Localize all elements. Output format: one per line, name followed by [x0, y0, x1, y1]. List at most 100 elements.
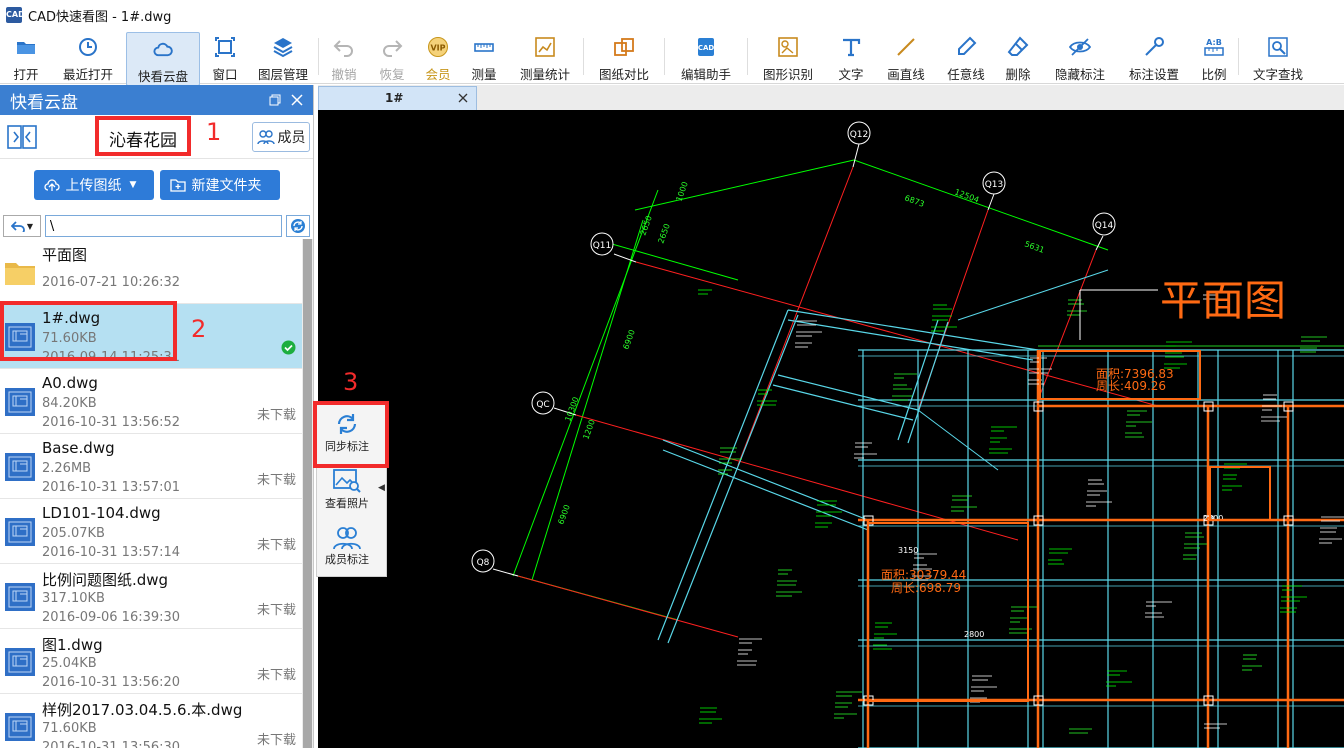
compare-button[interactable]: 图纸对比 — [584, 30, 664, 84]
file-date: 2016-10-31 13:56:52 — [42, 415, 181, 430]
file-date: 2016-10-31 13:56:20 — [42, 675, 181, 690]
upload-icon — [43, 179, 60, 191]
scrollbar-thumb[interactable] — [303, 239, 312, 748]
file-row[interactable]: 图1.dwg 25.04KB 2016-10-31 13:56:20 未下载 — [0, 629, 302, 694]
file-size: 317.10KB — [42, 591, 105, 606]
file-row[interactable]: Base.dwg 2.26MB 2016-10-31 13:57:01 未下载 — [0, 434, 302, 499]
dwg-file-icon — [5, 648, 35, 676]
download-status: 未下载 — [256, 668, 296, 683]
file-date: 2016-09-06 16:39:30 — [42, 610, 181, 625]
download-status: 未下载 — [256, 733, 296, 748]
dim-text: 2800 — [964, 630, 984, 639]
dwg-file-icon — [5, 518, 35, 546]
perimeter-text: 周长:409.26 — [1096, 379, 1166, 393]
folder-row[interactable]: 平面图 2016-07-21 10:26:32 — [0, 239, 302, 304]
cloud-icon — [153, 42, 173, 57]
text-tool-button[interactable]: 文字 — [828, 30, 874, 84]
cad-line — [737, 166, 854, 466]
annotation-settings-button[interactable]: 标注设置 — [1118, 30, 1190, 84]
dim-text: 2800 — [1203, 514, 1223, 523]
window-icon — [215, 37, 235, 57]
eye-hide-icon — [1069, 38, 1091, 56]
file-row[interactable]: A0.dwg 84.20KB 2016-10-31 13:56:52 未下载 — [0, 369, 302, 434]
cloud-disk-button[interactable]: 快看云盘 — [126, 32, 200, 86]
measure-stats-button[interactable]: 测量统计 — [507, 30, 583, 84]
back-button[interactable]: ▼ — [3, 215, 41, 237]
dim-text: 6900 — [556, 503, 571, 525]
new-folder-icon — [169, 179, 186, 192]
ruler-icon — [474, 43, 494, 52]
shape-recognize-icon — [778, 37, 798, 57]
file-name: 平面图 — [42, 246, 88, 264]
file-list-scrollbar[interactable] — [302, 239, 313, 748]
hide-annotation-button[interactable]: 隐藏标注 — [1042, 30, 1118, 84]
dim-text: 3150 — [898, 546, 918, 555]
annotation-box-1 — [95, 116, 191, 156]
chevron-down-icon: ▼ — [26, 221, 34, 231]
file-row[interactable]: 样例2017.03.04.5.6.本.dwg 71.60KB 2016-10-31 … — [0, 694, 302, 748]
edit-assistant-button[interactable]: CAD 编辑助手 — [665, 30, 747, 84]
back-arrow-icon — [10, 221, 25, 232]
axis-label: QC — [536, 400, 549, 410]
area-box[interactable] — [1209, 466, 1271, 521]
text-search-button[interactable]: 文字查找 — [1239, 30, 1317, 84]
new-folder-button[interactable]: 新建文件夹 — [159, 170, 280, 200]
delete-button[interactable]: 删除 — [994, 30, 1042, 84]
file-row[interactable]: 比例问题图纸.dwg 317.10KB 2016-09-06 16:39:30 未下载 — [0, 564, 302, 629]
measure-button[interactable]: 测量 — [461, 30, 507, 84]
cad-drawing-canvas[interactable]: Q12 Q13 Q14 Q11 QC Q8 6873 12504 5631 10… — [318, 110, 1344, 748]
file-size: 25.04KB — [42, 656, 97, 671]
annotation-box-2 — [0, 301, 177, 361]
recent-clock-icon — [79, 38, 97, 56]
refresh-button[interactable] — [286, 215, 310, 237]
layer-manager-button[interactable]: 图层管理 — [248, 30, 318, 84]
area-box[interactable] — [867, 522, 1029, 702]
scale-button[interactable]: A:B 比例 — [1190, 30, 1238, 84]
path-input[interactable] — [44, 215, 283, 237]
member-annotation-button[interactable]: 成员标注 — [317, 517, 377, 574]
upload-button[interactable]: 上传图纸 ▼ — [33, 170, 154, 200]
cad-line — [777, 374, 919, 411]
window-button[interactable]: 窗口 — [202, 30, 248, 84]
close-icon[interactable] — [291, 94, 303, 106]
freehand-line-button[interactable]: 任意线 — [938, 30, 994, 84]
tab-1-dwg[interactable]: 1# — [318, 86, 477, 110]
text-icon — [843, 38, 861, 57]
project-switch-icon[interactable] — [6, 122, 38, 152]
chevron-down-icon[interactable]: ▼ — [130, 180, 137, 190]
axis-label: Q8 — [477, 558, 490, 568]
file-date: 2016-10-31 13:57:14 — [42, 545, 181, 560]
annotation-label-2: 2 — [191, 315, 207, 343]
vip-button[interactable]: VIP 会员 — [415, 30, 461, 84]
members-icon — [256, 130, 275, 145]
svg-text:VIP: VIP — [430, 44, 445, 53]
redo-icon — [383, 40, 403, 57]
redo-button[interactable]: 恢复 — [369, 30, 415, 84]
file-name: 图1.dwg — [42, 636, 103, 654]
view-photos-button[interactable]: 查看照片 — [317, 460, 377, 517]
draw-line-button[interactable]: 画直线 — [874, 30, 938, 84]
document-tab-bar: 1# — [318, 85, 1344, 110]
window-title: CAD快速看图 - 1#.dwg — [28, 9, 172, 25]
cad-line — [657, 309, 789, 641]
cad-line — [667, 314, 799, 644]
perimeter-text: 周长:698.79 — [891, 581, 961, 595]
main-toolbar: 打开 最近打开 快看云盘 窗口 图层管理 撤销 恢复 VIP 会员 测量 测量统… — [0, 30, 1344, 86]
panel-title: 快看云盘 — [10, 92, 78, 113]
title-bar: CAD CAD快速看图 - 1#.dwg — [0, 0, 1344, 30]
collapse-arrow-icon[interactable]: ◀ — [378, 483, 385, 493]
cad-line — [787, 309, 1039, 351]
svg-text:CAD: CAD — [698, 44, 715, 52]
undo-button[interactable]: 撤销 — [319, 30, 369, 84]
cad-line — [597, 239, 739, 281]
vip-icon: VIP — [428, 37, 448, 57]
file-row[interactable]: LD101-104.dwg 205.07KB 2016-10-31 13:57:14… — [0, 499, 302, 564]
members-button[interactable]: 成员 — [252, 122, 310, 152]
open-button[interactable]: 打开 — [0, 30, 52, 84]
restore-icon[interactable] — [269, 94, 281, 106]
download-status: 未下载 — [256, 473, 296, 488]
close-icon[interactable] — [458, 93, 468, 103]
recent-button[interactable]: 最近打开 — [52, 30, 124, 84]
shape-recognize-button[interactable]: 图形识别 — [748, 30, 828, 84]
cad-line — [853, 159, 1109, 251]
